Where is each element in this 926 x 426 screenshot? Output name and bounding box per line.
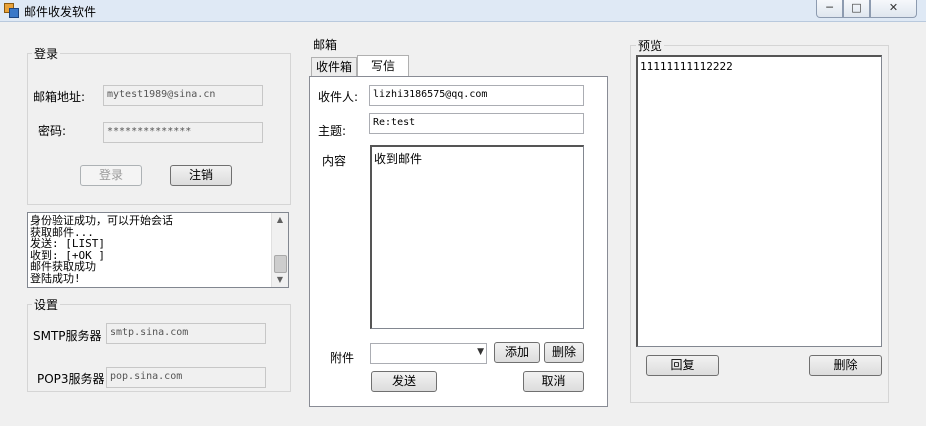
smtp-label: SMTP服务器 xyxy=(33,329,102,343)
scroll-up-icon[interactable]: ▲ xyxy=(272,213,288,227)
delete-attachment-button[interactable]: 删除 xyxy=(544,342,584,363)
tab-inbox[interactable]: 收件箱 xyxy=(311,57,357,76)
password-field[interactable]: ************** xyxy=(103,122,263,143)
preview-group-title: 预览 xyxy=(636,37,665,54)
log-line: 发送: [LIST] xyxy=(30,237,105,250)
log-line: 身份验证成功，可以开始会话 xyxy=(30,214,173,227)
login-button[interactable]: 登录 xyxy=(80,165,142,186)
pop3-label: POP3服务器 xyxy=(37,372,105,386)
log-box[interactable]: 身份验证成功，可以开始会话 获取邮件... 发送: [LIST] 收到: [+O… xyxy=(27,212,289,288)
preview-box[interactable]: 11111111112222 xyxy=(636,55,882,347)
password-label: 密码: xyxy=(38,124,67,138)
app-icon xyxy=(4,3,19,18)
scroll-down-icon[interactable]: ▼ xyxy=(272,273,288,287)
log-scrollbar[interactable]: ▲ ▼ xyxy=(271,213,288,287)
tab-compose[interactable]: 写信 xyxy=(357,55,409,77)
content-textarea[interactable]: 收到邮件 xyxy=(370,145,584,329)
content-label: 内容 xyxy=(322,154,347,168)
logout-button[interactable]: 注销 xyxy=(170,165,232,186)
send-button[interactable]: 发送 xyxy=(371,371,437,392)
attachment-combo[interactable]: ▼ xyxy=(370,343,487,364)
attachment-label: 附件 xyxy=(330,351,355,365)
window-title: 邮件收发软件 xyxy=(24,5,97,19)
smtp-field[interactable]: smtp.sina.com xyxy=(106,323,266,344)
maximize-button[interactable]: □ xyxy=(843,0,870,18)
subject-label: 主题: xyxy=(318,124,347,138)
chevron-down-icon[interactable]: ▼ xyxy=(477,347,484,357)
mail-group-title: 邮箱 xyxy=(311,36,340,53)
minimize-icon: ─ xyxy=(826,1,833,14)
settings-group-title: 设置 xyxy=(32,296,61,313)
login-group-title: 登录 xyxy=(32,45,61,62)
cancel-button[interactable]: 取消 xyxy=(523,371,584,392)
recipient-field[interactable]: lizhi3186575@qq.com xyxy=(369,85,584,106)
reply-button[interactable]: 回复 xyxy=(646,355,719,376)
maximize-icon: □ xyxy=(851,1,862,14)
minimize-button[interactable]: ─ xyxy=(816,0,843,18)
email-field[interactable]: mytest1989@sina.cn xyxy=(103,85,263,106)
log-line: 邮件获取成功 xyxy=(30,260,96,273)
add-attachment-button[interactable]: 添加 xyxy=(494,342,540,363)
scroll-thumb[interactable] xyxy=(274,255,287,273)
close-button[interactable]: ✕ xyxy=(870,0,917,18)
title-bar: 邮件收发软件 ─ □ ✕ xyxy=(0,0,926,22)
close-icon: ✕ xyxy=(888,1,899,14)
pop3-field[interactable]: pop.sina.com xyxy=(106,367,266,388)
email-label: 邮箱地址: xyxy=(33,90,86,104)
log-lines: 身份验证成功，可以开始会话 获取邮件... 发送: [LIST] 收到: [+O… xyxy=(30,215,270,284)
delete-mail-button[interactable]: 删除 xyxy=(809,355,882,376)
subject-field[interactable]: Re:test xyxy=(369,113,584,134)
recipient-label: 收件人: xyxy=(318,90,359,104)
log-line: 登陆成功! xyxy=(30,271,81,285)
